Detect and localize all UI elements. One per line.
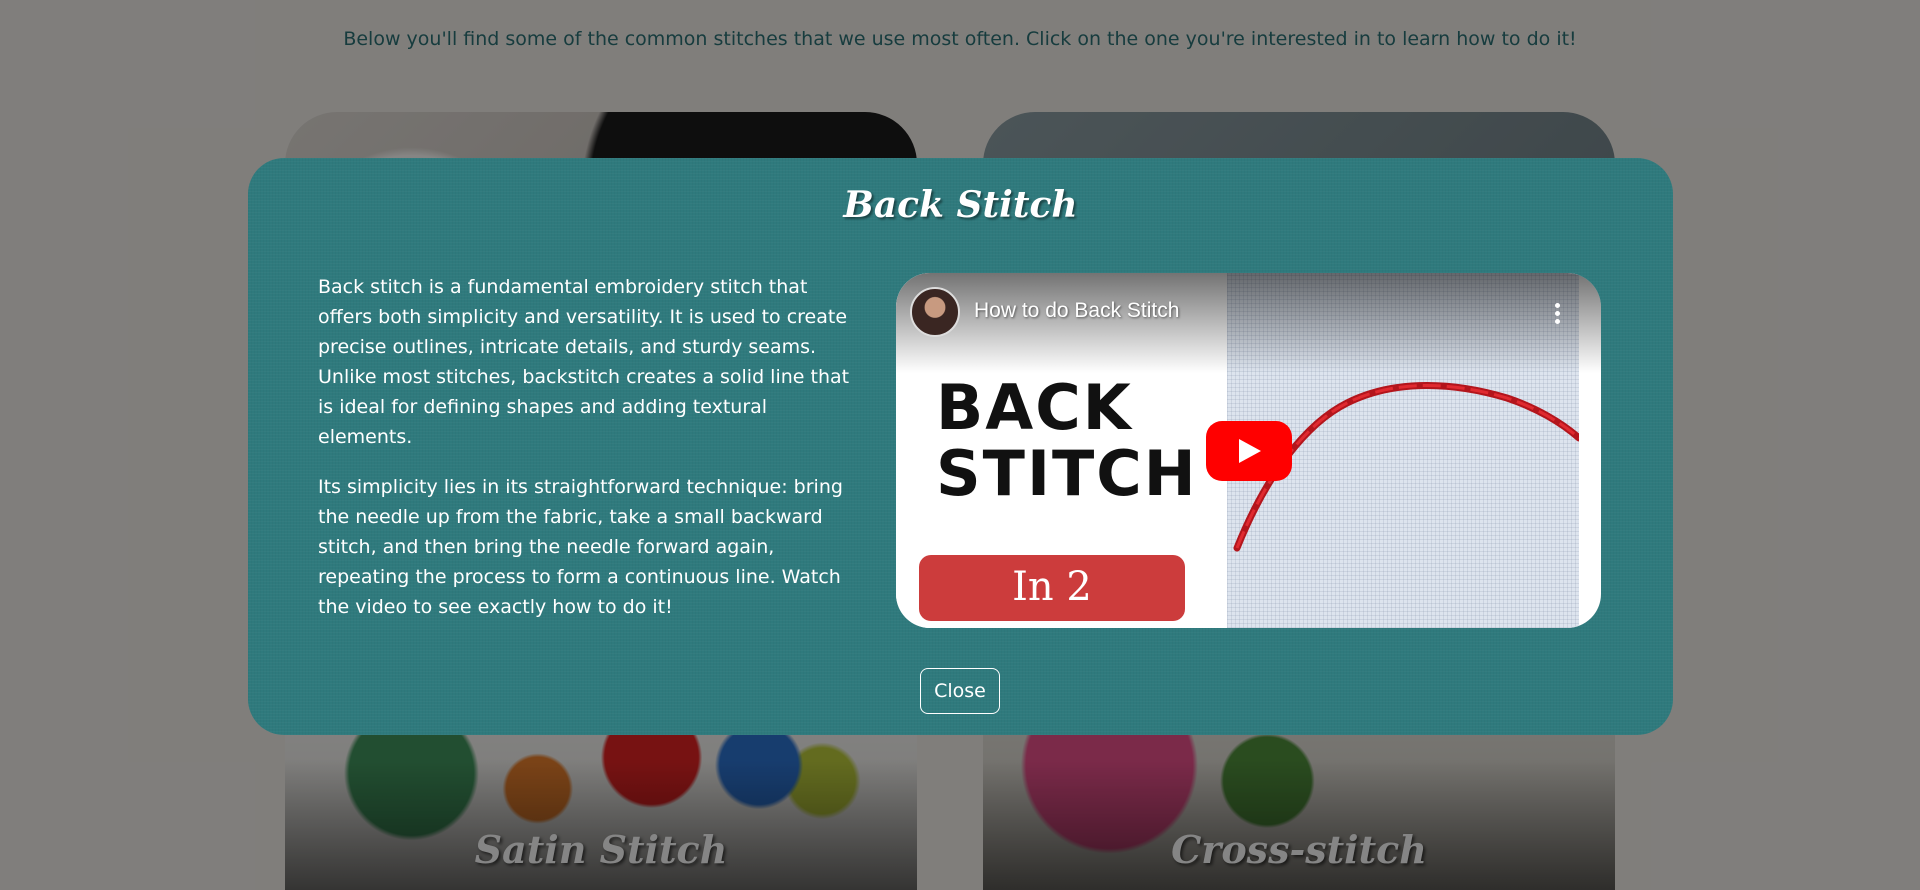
- video-title[interactable]: How to do Back Stitch: [974, 299, 1179, 323]
- duration-badge: In 2 minutes!: [919, 555, 1185, 621]
- thumbnail-word-stitch: STITCH: [936, 437, 1198, 510]
- close-button[interactable]: Close: [920, 668, 1000, 714]
- youtube-video-embed[interactable]: BACK STITCH In 2 minutes! How to do Back…: [896, 273, 1601, 628]
- modal-title: Back Stitch: [843, 184, 1078, 226]
- description-paragraph-1: Back stitch is a fundamental embroidery …: [318, 276, 850, 448]
- description-paragraph-2: Its simplicity lies in its straightforwa…: [318, 476, 843, 618]
- more-vertical-icon[interactable]: [1555, 303, 1561, 327]
- modal-description: Back stitch is a fundamental embroidery …: [318, 272, 858, 642]
- youtube-play-icon[interactable]: [1206, 421, 1292, 481]
- thumbnail-word-back: BACK: [936, 371, 1133, 444]
- stitch-modal: Back Stitch Back stitch is a fundamental…: [248, 158, 1673, 735]
- channel-avatar[interactable]: [910, 287, 960, 337]
